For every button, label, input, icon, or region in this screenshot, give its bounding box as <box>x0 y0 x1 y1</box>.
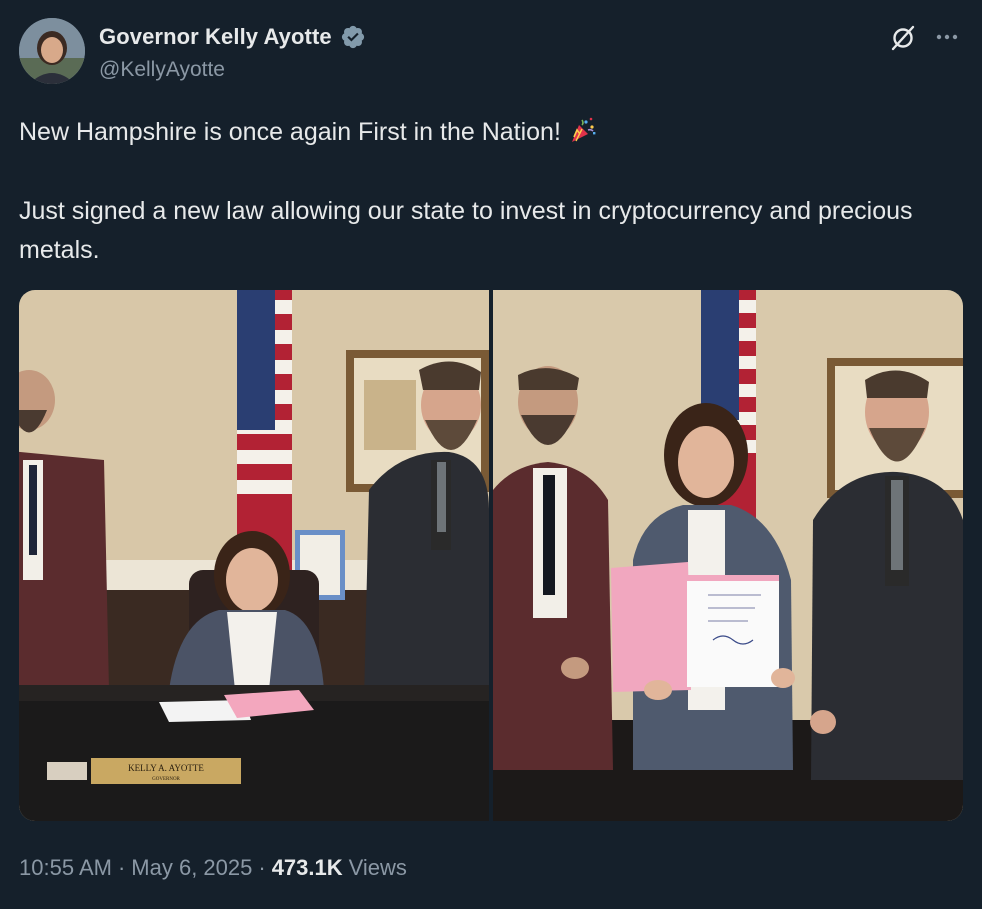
tweet-text: New Hampshire is once again First in the… <box>19 113 959 270</box>
verified-badge-icon[interactable] <box>340 24 366 50</box>
nameplate-subtitle: GOVERNOR <box>152 777 180 782</box>
tweet-line-2: Just signed a new law allowing our state… <box>19 197 913 264</box>
photo-holding-bill[interactable] <box>493 290 963 821</box>
avatar-image <box>19 18 85 84</box>
party-popper-icon <box>568 115 598 145</box>
tweet-meta: 10:55 AM · May 6, 2025 · 473.1K Views <box>19 855 407 881</box>
timestamp-date[interactable]: May 6, 2025 <box>131 855 252 881</box>
meta-separator: · <box>117 855 126 880</box>
more-options-icon[interactable] <box>932 22 962 52</box>
user-handle[interactable]: @KellyAyotte <box>99 58 225 82</box>
tweet-line-1-text: New Hampshire is once again First in the… <box>19 118 561 146</box>
display-name[interactable]: Governor Kelly Ayotte <box>99 24 332 50</box>
media-grid[interactable]: KELLY A. AYOTTE GOVERNOR <box>19 290 963 821</box>
grok-icon[interactable] <box>890 25 916 51</box>
tweet-line-1: New Hampshire is once again First in the… <box>19 113 959 152</box>
nameplate-text: KELLY A. AYOTTE <box>128 763 204 773</box>
tweet-header: Governor Kelly Ayotte @KellyAyotte <box>19 18 962 88</box>
views-count: 473.1K <box>271 855 343 880</box>
photo-bill-signing[interactable]: KELLY A. AYOTTE GOVERNOR <box>19 290 489 821</box>
name-row: Governor Kelly Ayotte <box>99 24 366 50</box>
views-label: Views <box>348 855 407 880</box>
meta-separator: · <box>258 855 266 880</box>
avatar[interactable] <box>19 18 85 84</box>
timestamp-time[interactable]: 10:55 AM <box>19 855 112 881</box>
